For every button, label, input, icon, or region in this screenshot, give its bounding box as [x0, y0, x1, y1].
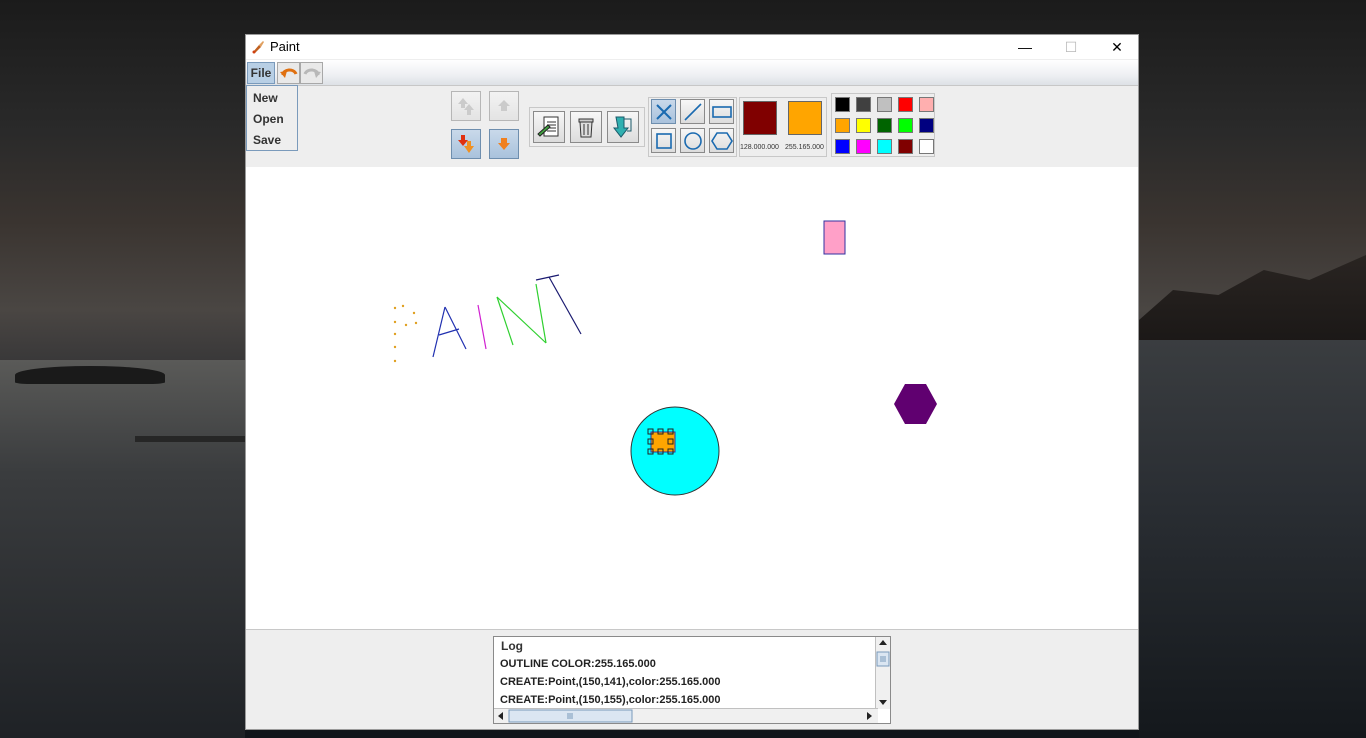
- palette-color-swatch[interactable]: [856, 118, 871, 133]
- square-tool-button[interactable]: [651, 128, 676, 153]
- move-to-back-button[interactable]: [451, 129, 481, 159]
- move-to-front-icon: [458, 98, 474, 115]
- desktop-background-hill: [1139, 255, 1366, 350]
- export-icon: [612, 116, 632, 138]
- palette-color-swatch[interactable]: [919, 118, 934, 133]
- export-button[interactable]: [607, 111, 639, 143]
- close-button[interactable]: ✕: [1094, 35, 1140, 59]
- palette-color-swatch[interactable]: [919, 139, 934, 154]
- title-bar[interactable]: Paint — ☐ ✕: [246, 35, 1138, 59]
- log-line: OUTLINE COLOR:255.165.000: [500, 658, 656, 670]
- maximize-button[interactable]: ☐: [1048, 35, 1094, 59]
- palette-color-swatch[interactable]: [898, 118, 913, 133]
- undo-icon: [279, 68, 297, 78]
- circle-tool-button[interactable]: [680, 128, 705, 153]
- fill-color-swatch[interactable]: [788, 101, 822, 135]
- palette-color-swatch[interactable]: [877, 139, 892, 154]
- desktop-background: [0, 360, 245, 738]
- move-forward-icon: [498, 100, 510, 111]
- palette-color-swatch[interactable]: [856, 139, 871, 154]
- palette-color-swatch[interactable]: [898, 97, 913, 112]
- file-menu-button[interactable]: File: [247, 62, 275, 84]
- horizontal-scrollbar-graphic: [498, 709, 872, 723]
- canvas-drawing: [393, 220, 937, 496]
- redo-icon: [303, 68, 321, 78]
- hexagon-tool-button[interactable]: [709, 128, 734, 153]
- square-icon: [655, 132, 672, 149]
- line-tool-button[interactable]: [680, 99, 705, 124]
- cross-point-icon: [655, 103, 672, 120]
- undo-button[interactable]: [277, 62, 300, 84]
- canvas-rectangle[interactable]: [823, 220, 846, 255]
- color-palette: [831, 93, 935, 157]
- line-letter-n[interactable]: [496, 283, 547, 346]
- palette-color-swatch[interactable]: [898, 139, 913, 154]
- toolbar: 128.000.000 255.165.000: [246, 86, 1138, 168]
- move-forward-button[interactable]: [489, 91, 519, 121]
- palette-color-swatch[interactable]: [835, 139, 850, 154]
- menu-item-save[interactable]: Save: [253, 133, 281, 147]
- palette-color-swatch[interactable]: [919, 97, 934, 112]
- file-dropdown-menu: New Open Save: [246, 85, 298, 151]
- edit-text-button[interactable]: [533, 111, 565, 143]
- dotted-letter-p[interactable]: [393, 304, 418, 363]
- line-icon: [683, 102, 702, 121]
- palette-color-swatch[interactable]: [877, 118, 892, 133]
- edit-note-icon: [537, 116, 559, 137]
- rectangle-icon: [711, 105, 732, 118]
- desktop-background-pier: [135, 436, 245, 442]
- menu-item-open[interactable]: Open: [253, 112, 284, 126]
- hexagon-icon: [710, 131, 733, 150]
- circle-icon: [683, 131, 702, 150]
- paint-app-icon: [252, 41, 264, 54]
- paint-window: Paint — ☐ ✕ File 128.000.000 255.165.000…: [245, 34, 1139, 730]
- desktop-background-island: [15, 366, 165, 384]
- log-horizontal-scrollbar[interactable]: [494, 708, 878, 723]
- log-vertical-scrollbar[interactable]: [875, 637, 890, 709]
- palette-color-swatch[interactable]: [835, 97, 850, 112]
- vertical-scrollbar-graphic: [876, 640, 890, 705]
- menu-bar: File: [246, 60, 1138, 86]
- palette-color-swatch[interactable]: [856, 97, 871, 112]
- log-line: CREATE:Point,(150,141),color:255.165.000: [500, 676, 721, 688]
- rectangle-tool-button[interactable]: [709, 99, 734, 124]
- canvas-hexagon[interactable]: [894, 384, 937, 424]
- window-title: Paint: [270, 39, 300, 54]
- drawing-canvas[interactable]: [246, 167, 1138, 630]
- fill-color-label: 255.165.000: [785, 144, 824, 151]
- log-line: CREATE:Point,(150,155),color:255.165.000: [500, 694, 721, 706]
- move-to-back-icon: [458, 135, 474, 153]
- move-backward-icon: [498, 138, 510, 150]
- line-letter-i[interactable]: [477, 304, 487, 350]
- desktop-background-water: [1139, 340, 1366, 738]
- outline-color-swatch[interactable]: [743, 101, 777, 135]
- outline-color-label: 128.000.000: [740, 144, 779, 151]
- trash-icon: [578, 118, 594, 138]
- redo-button[interactable]: [300, 62, 323, 84]
- palette-color-swatch[interactable]: [877, 97, 892, 112]
- palette-color-swatch[interactable]: [835, 118, 850, 133]
- log-panel: Log OUTLINE COLOR:255.165.000 CREATE:Poi…: [493, 636, 891, 724]
- selected-square[interactable]: [647, 428, 676, 455]
- move-to-front-button[interactable]: [451, 91, 481, 121]
- line-letter-a[interactable]: [432, 306, 467, 358]
- log-title: Log: [501, 639, 523, 653]
- point-tool-button[interactable]: [651, 99, 676, 124]
- menu-item-new[interactable]: New: [253, 91, 278, 105]
- move-backward-button[interactable]: [489, 129, 519, 159]
- delete-button[interactable]: [570, 111, 602, 143]
- minimize-button[interactable]: —: [1002, 35, 1048, 59]
